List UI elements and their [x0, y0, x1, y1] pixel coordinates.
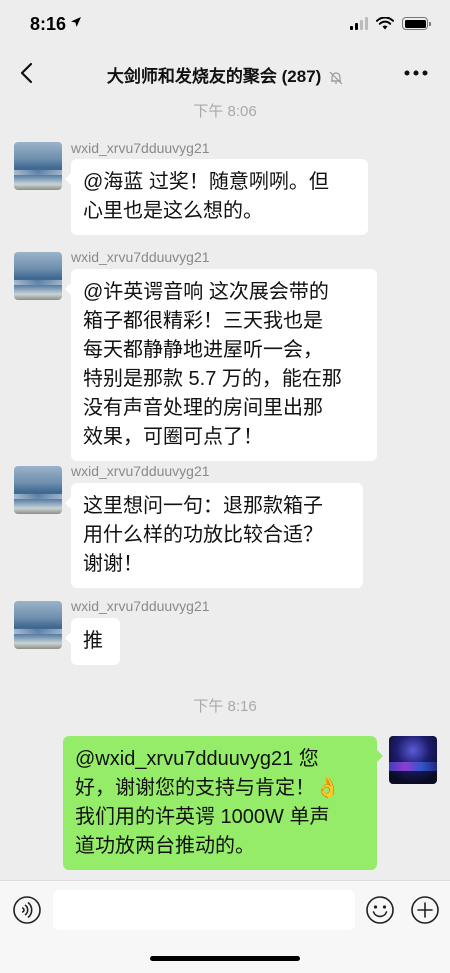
more-icon[interactable]	[402, 63, 430, 83]
message-line: 用什么样的功放比较合适？	[83, 524, 323, 546]
back-arrow-icon[interactable]	[14, 59, 42, 87]
message-line: 道功放两台推动的。	[75, 835, 255, 857]
location-arrow-icon	[71, 17, 81, 27]
status-icons	[350, 17, 431, 30]
message-bubble[interactable]: @海蓝 过奖！随意咧咧。但 心里也是这么想的。	[65, 159, 368, 235]
chat-header: 大剑师和发烧友的聚会 (287)	[0, 50, 450, 96]
battery-icon	[402, 17, 431, 30]
message-line: 没有声音处理的房间里出那	[83, 397, 323, 419]
message-line: 好，谢谢您的支持与肯定！👌	[75, 777, 340, 799]
chat-title-text: 大剑师和发烧友的聚会 (287)	[106, 67, 322, 86]
message-line: 效果，可圈可点了！	[83, 426, 263, 448]
message-bubble[interactable]: 这里想问一句：退那款箱子 用什么样的功放比较合适？ 谢谢！	[65, 483, 363, 588]
voice-icon[interactable]	[12, 895, 42, 925]
status-time: 8:16	[30, 14, 67, 34]
message-bubble[interactable]: @许英谔音响 这次展会带的 箱子都很精彩！三天我也是 每天都静静地进屋听一会， …	[65, 269, 377, 461]
message-timestamp: 下午 8:16	[193, 698, 257, 715]
message-line: @许英谔音响 这次展会带的	[83, 281, 329, 303]
message-line: 我们用的许英谔 1000W 单声	[75, 806, 330, 828]
input-bar	[0, 880, 450, 973]
message-line: @海蓝 过奖！随意咧咧。但	[83, 171, 329, 193]
status-bar: 8:16	[0, 0, 450, 50]
message-line: 推	[83, 630, 103, 652]
message-line: 特别是那款 5.7 万的，能在那	[83, 368, 342, 390]
sender-name: wxid_xrvu7dduuvyg21	[71, 140, 210, 156]
plus-icon[interactable]	[410, 895, 440, 925]
chat-message-list[interactable]: 下午 8:06 wxid_xrvu7dduuvyg21 @海蓝 过奖！随意咧咧。…	[0, 96, 450, 880]
chat-title: 大剑师和发烧友的聚会 (287)	[60, 62, 390, 87]
mute-icon	[329, 71, 343, 84]
self-avatar[interactable]	[389, 736, 437, 784]
message-line: @wxid_xrvu7dduuvyg21 您	[75, 748, 319, 770]
sent-message-bubble[interactable]: @wxid_xrvu7dduuvyg21 您 好，谢谢您的支持与肯定！👌 我们用…	[63, 736, 383, 870]
message-timestamp: 下午 8:06	[193, 103, 257, 120]
message-line: 每天都静静地进屋听一会，	[83, 339, 323, 361]
wifi-icon	[376, 17, 394, 30]
sender-avatar[interactable]	[14, 466, 62, 514]
message-bubble[interactable]: 推	[65, 618, 120, 665]
sender-avatar[interactable]	[14, 601, 62, 649]
sender-avatar[interactable]	[14, 252, 62, 300]
sender-avatar[interactable]	[14, 142, 62, 190]
sender-name: wxid_xrvu7dduuvyg21	[71, 598, 210, 614]
home-indicator	[150, 956, 300, 961]
message-input[interactable]	[53, 890, 355, 930]
cellular-signal-icon	[350, 17, 368, 30]
message-line: 箱子都很精彩！三天我也是	[83, 310, 323, 332]
sender-name: wxid_xrvu7dduuvyg21	[71, 249, 210, 265]
message-line: 心里也是这么想的。	[83, 200, 263, 222]
emoji-icon[interactable]	[365, 895, 395, 925]
message-line: 谢谢！	[83, 553, 143, 575]
message-line: 这里想问一句：退那款箱子	[83, 495, 323, 517]
sender-name: wxid_xrvu7dduuvyg21	[71, 463, 210, 479]
